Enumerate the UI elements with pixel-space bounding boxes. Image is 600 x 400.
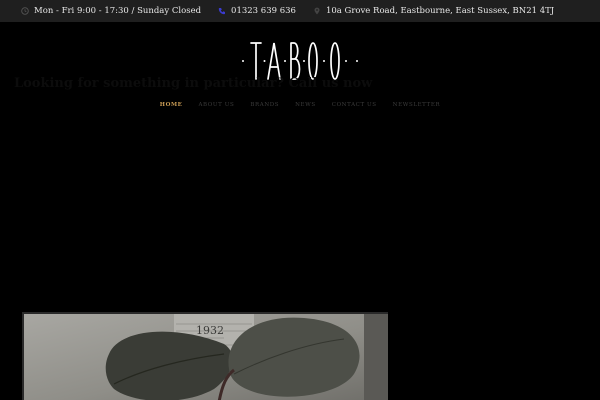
- hero-watermark-year: 1932: [196, 324, 224, 337]
- nav-item-brands[interactable]: BRANDS: [250, 102, 279, 108]
- hero-heading: Looking for something in particular? Cal…: [14, 76, 373, 91]
- nav-item-home[interactable]: HOME: [160, 102, 183, 108]
- hero-banner: 1932: [22, 312, 388, 400]
- opening-hours-text: Mon - Fri 9:00 - 17:30 / Sunday Closed: [34, 6, 202, 16]
- phone-contact[interactable]: 01323 639 636: [218, 6, 296, 16]
- address-text: 10a Grove Road, Eastbourne, East Sussex,…: [325, 6, 555, 16]
- main-navigation: HOME ABOUT US BRANDS NEWS CONTACT US NEW…: [0, 99, 600, 111]
- nav-item-newsletter[interactable]: NEWSLETTER: [393, 102, 441, 108]
- map-pin-icon: [313, 7, 321, 15]
- nav-item-about-us[interactable]: ABOUT US: [198, 102, 234, 108]
- clock-icon: [21, 7, 29, 15]
- store-address: 10a Grove Road, Eastbourne, East Sussex,…: [313, 6, 554, 16]
- top-info-bar: Mon - Fri 9:00 - 17:30 / Sunday Closed 0…: [0, 0, 600, 22]
- phone-number[interactable]: 01323 639 636: [231, 6, 296, 16]
- opening-hours: Mon - Fri 9:00 - 17:30 / Sunday Closed: [21, 6, 201, 16]
- hero-image: 1932: [24, 314, 388, 400]
- phone-icon: [218, 7, 226, 15]
- nav-item-news[interactable]: NEWS: [295, 102, 316, 108]
- nav-item-contact-us[interactable]: CONTACT US: [332, 102, 377, 108]
